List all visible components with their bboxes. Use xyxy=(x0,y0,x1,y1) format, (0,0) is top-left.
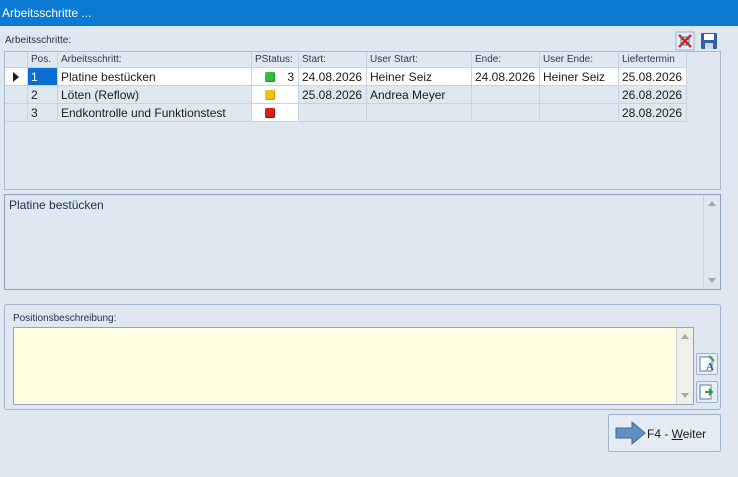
col-header-end[interactable]: Ende: xyxy=(472,52,540,68)
close-button[interactable] xyxy=(675,31,695,51)
current-row-arrow-icon xyxy=(13,72,19,82)
cell-user-end[interactable] xyxy=(540,104,619,122)
position-description-input[interactable] xyxy=(13,327,694,405)
col-header-start[interactable]: Start: xyxy=(299,52,367,68)
step-description-text: Platine bestücken xyxy=(9,198,104,212)
cell-user-start[interactable] xyxy=(367,104,472,122)
import-text-button[interactable] xyxy=(696,381,718,403)
arrow-right-icon xyxy=(615,421,646,445)
next-button-label: F4 - Weiter xyxy=(647,427,707,441)
cell-end[interactable] xyxy=(472,104,540,122)
cell-start[interactable] xyxy=(299,104,367,122)
cell-status[interactable]: 3 xyxy=(252,68,299,86)
col-header-delivery[interactable]: Liefertermin xyxy=(619,52,687,68)
col-header-step[interactable]: Arbeitsschritt: xyxy=(58,52,252,68)
cell-start[interactable]: 24.08.2026 xyxy=(299,68,367,86)
svg-text:A: A xyxy=(706,361,714,373)
position-scrollbar[interactable] xyxy=(676,328,693,404)
cell-start[interactable]: 25.08.2026 xyxy=(299,86,367,104)
cell-step[interactable]: Endkontrolle und Funktionstest xyxy=(58,104,252,122)
cell-pos[interactable]: 3 xyxy=(28,104,58,122)
row-selector[interactable] xyxy=(5,104,28,122)
col-header-user-start[interactable]: User Start: xyxy=(367,52,472,68)
cell-user-start[interactable]: Andrea Meyer xyxy=(367,86,472,104)
step-description-box[interactable]: Platine bestücken xyxy=(4,194,721,290)
cell-delivery[interactable]: 25.08.2026 xyxy=(619,68,687,86)
window-title: Arbeitsschritte ... xyxy=(2,6,92,20)
status-count: 3 xyxy=(287,70,294,84)
scroll-down-icon[interactable] xyxy=(708,278,716,283)
section-label: Arbeitsschritte: xyxy=(5,35,72,46)
cell-end[interactable]: 24.08.2026 xyxy=(472,68,540,86)
import-document-icon xyxy=(699,384,714,400)
cell-user-end[interactable] xyxy=(540,86,619,104)
edit-text-icon: A xyxy=(699,355,715,373)
status-led-green-icon xyxy=(265,72,275,82)
scroll-up-icon[interactable] xyxy=(708,201,716,206)
cell-delivery[interactable]: 26.08.2026 xyxy=(619,86,687,104)
status-led-red-icon xyxy=(265,108,275,118)
row-selector[interactable] xyxy=(5,86,28,104)
description-scrollbar[interactable] xyxy=(703,195,720,289)
edit-text-button[interactable]: A xyxy=(696,353,718,375)
close-cross-icon xyxy=(675,31,695,51)
next-button[interactable]: F4 - Weiter xyxy=(608,414,721,452)
save-button[interactable] xyxy=(699,31,719,51)
cell-pos[interactable]: 2 xyxy=(28,86,58,104)
grid-corner xyxy=(5,52,28,68)
steps-grid[interactable]: Pos. Arbeitsschritt: PStatus: Start: Use… xyxy=(4,51,721,190)
scroll-down-icon[interactable] xyxy=(681,393,689,398)
position-description-group: Positionsbeschreibung: A xyxy=(4,304,721,410)
cell-status[interactable] xyxy=(252,86,299,104)
cell-status[interactable] xyxy=(252,104,299,122)
scroll-up-icon[interactable] xyxy=(681,334,689,339)
row-selector[interactable] xyxy=(5,68,28,86)
cell-delivery[interactable]: 28.08.2026 xyxy=(619,104,687,122)
cell-end[interactable] xyxy=(472,86,540,104)
window-title-bar: Arbeitsschritte ... xyxy=(0,0,738,26)
col-header-status[interactable]: PStatus: xyxy=(252,52,299,68)
cell-step[interactable]: Platine bestücken xyxy=(58,68,252,86)
status-led-yellow-icon xyxy=(265,90,275,100)
col-header-user-end[interactable]: User Ende: xyxy=(540,52,619,68)
cell-step[interactable]: Löten (Reflow) xyxy=(58,86,252,104)
position-description-label: Positionsbeschreibung: xyxy=(13,313,117,324)
cell-pos[interactable]: 1 xyxy=(28,68,58,86)
cell-user-end[interactable]: Heiner Seiz xyxy=(540,68,619,86)
cell-user-start[interactable]: Heiner Seiz xyxy=(367,68,472,86)
col-header-pos[interactable]: Pos. xyxy=(28,52,58,68)
floppy-disk-icon xyxy=(701,33,717,49)
